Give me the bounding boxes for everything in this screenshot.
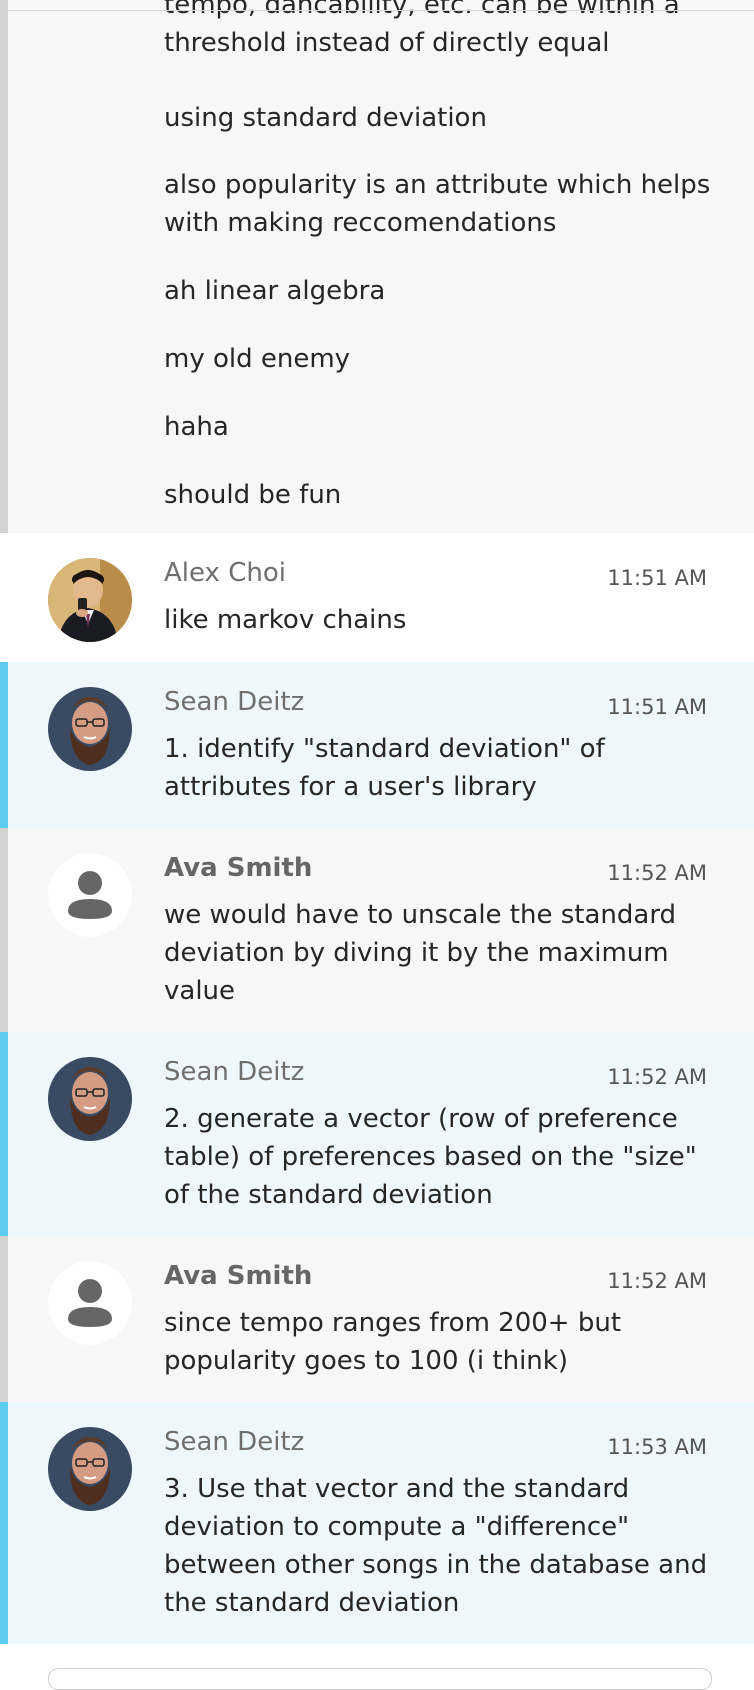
sender-name[interactable]: Ava Smith	[164, 850, 312, 886]
user-photo-icon[interactable]	[48, 1427, 132, 1511]
message-text: also popularity is an attribute which he…	[164, 170, 711, 238]
message-timestamp[interactable]: 11:53 AM	[607, 1432, 707, 1462]
message-timestamp[interactable]: 11:51 AM	[607, 563, 707, 593]
sender-name[interactable]: Alex Choi	[164, 555, 286, 591]
group-left-bar	[0, 1236, 8, 1402]
sender-name[interactable]: Sean Deitz	[164, 1424, 304, 1460]
message-text: haha	[164, 412, 229, 442]
message-text: like markov chains	[164, 605, 407, 635]
message-list[interactable]: tempo, dancability, etc. can be within a…	[0, 0, 754, 1644]
group-left-bar	[0, 828, 8, 1032]
user-photo-icon[interactable]	[48, 558, 132, 642]
user-photo-icon[interactable]	[48, 687, 132, 771]
message-group-sean: Sean Deitz 11:53 AM 3. Use that vector a…	[0, 1402, 754, 1644]
message-input[interactable]	[48, 1668, 712, 1690]
message-timestamp[interactable]: 11:52 AM	[607, 1062, 707, 1092]
message-timestamp[interactable]: 11:51 AM	[607, 692, 707, 722]
message-group-sean: Sean Deitz 11:51 AM 1. identify "standar…	[0, 662, 754, 828]
sender-name[interactable]: Ava Smith	[164, 1258, 312, 1294]
message-group-ava: Ava Smith 11:52 AM we would have to unsc…	[0, 828, 754, 1032]
group-left-bar	[0, 0, 8, 533]
message-group-alex: Alex Choi 11:51 AM like markov chains	[0, 533, 754, 662]
message-timestamp[interactable]: 11:52 AM	[607, 858, 707, 888]
sender-name[interactable]: Sean Deitz	[164, 684, 304, 720]
top-bar-edge	[0, 0, 754, 11]
message-text: should be fun	[164, 480, 342, 510]
default-user-icon[interactable]	[48, 1261, 132, 1345]
group-left-bar	[0, 1032, 8, 1236]
message-timestamp[interactable]: 11:52 AM	[607, 1266, 707, 1296]
group-left-bar	[0, 1402, 8, 1644]
message-text: ah linear algebra	[164, 276, 386, 306]
sender-name[interactable]: Sean Deitz	[164, 1054, 304, 1090]
user-photo-icon[interactable]	[48, 1057, 132, 1141]
message-text: my old enemy	[164, 344, 351, 374]
message-group-sean: Sean Deitz 11:52 AM 2. generate a vector…	[0, 1032, 754, 1236]
group-left-bar	[0, 662, 8, 828]
message-group-ava: Ava Smith 11:52 AM since tempo ranges fr…	[0, 1236, 754, 1402]
default-user-icon[interactable]	[48, 853, 132, 937]
message-text: using standard deviation	[164, 103, 487, 133]
message-group-previous: tempo, dancability, etc. can be within a…	[0, 0, 754, 533]
